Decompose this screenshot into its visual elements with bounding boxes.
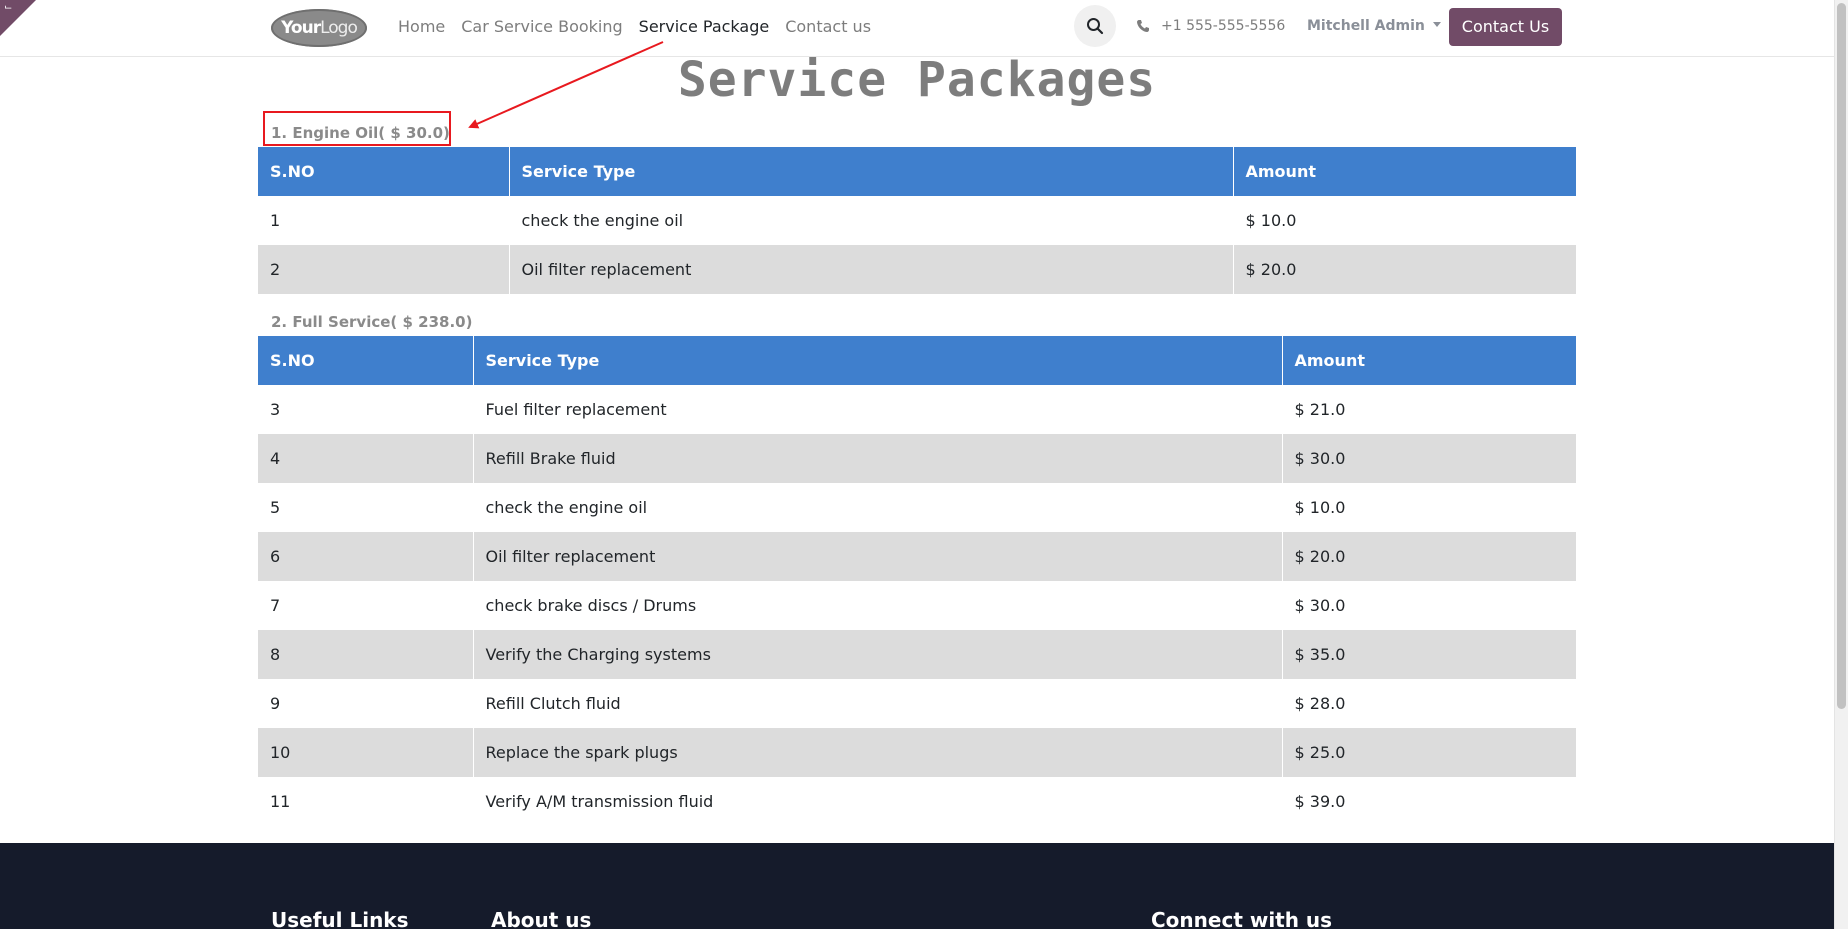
table-row: 3 Fuel filter replacement $ 21.0 [258,385,1576,434]
cell-service: Replace the spark plugs [473,728,1283,777]
cell-amount: $ 10.0 [1233,196,1576,245]
cell-service: Oil filter replacement [473,532,1283,581]
nav-service-package[interactable]: Service Package [639,17,770,36]
table-row: 6 Oil filter replacement $ 20.0 [258,532,1576,581]
cell-amount: $ 20.0 [1282,532,1576,581]
corner-toggle-icon[interactable]: ⌙ [4,3,12,13]
cell-amount: $ 30.0 [1282,434,1576,483]
cell-service: Verify the Charging systems [473,630,1283,679]
cell-amount: $ 35.0 [1282,630,1576,679]
phone-number[interactable]: +1 555-555-5556 [1161,18,1285,34]
footer-heading-about-us: About us [491,908,592,929]
nav-contact-us[interactable]: Contact us [785,17,871,36]
cell-sno: 3 [258,385,474,434]
annotation-highlight-box [263,111,451,146]
cell-sno: 9 [258,679,474,728]
cell-amount: $ 30.0 [1282,581,1576,630]
site-logo[interactable]: YourLogo [271,9,367,47]
table-row: 5 check the engine oil $ 10.0 [258,483,1576,532]
cell-service: check brake discs / Drums [473,581,1283,630]
table-row: 7 check brake discs / Drums $ 30.0 [258,581,1576,630]
cell-amount: $ 28.0 [1282,679,1576,728]
column-header-amount: Amount [1282,336,1576,385]
cell-service: check the engine oil [473,483,1283,532]
nav-car-service-booking[interactable]: Car Service Booking [461,17,622,36]
package-table-engine-oil: S.NO Service Type Amount 1 check the eng… [258,147,1576,294]
table-row: 1 check the engine oil $ 10.0 [258,196,1576,245]
footer-heading-connect: Connect with us [1151,908,1333,929]
user-menu[interactable]: Mitchell Admin [1307,18,1441,34]
site-header: YourLogo Home Car Service Booking Servic… [0,0,1834,57]
table-header-row: S.NO Service Type Amount [258,147,1576,196]
user-name: Mitchell Admin [1307,18,1425,34]
cell-amount: $ 39.0 [1282,777,1576,826]
package-title-full-service: 2. Full Service( $ 238.0) [271,313,473,331]
cell-service: Refill Brake fluid [473,434,1283,483]
logo-text: YourLogo [281,18,358,38]
cell-sno: 1 [258,196,510,245]
cell-sno: 7 [258,581,474,630]
cell-sno: 5 [258,483,474,532]
table-row: 4 Refill Brake fluid $ 30.0 [258,434,1576,483]
column-header-service-type: Service Type [473,336,1283,385]
cell-service: check the engine oil [509,196,1234,245]
table-header-row: S.NO Service Type Amount [258,336,1576,385]
cell-sno: 11 [258,777,474,826]
column-header-service-type: Service Type [509,147,1234,196]
search-button[interactable] [1074,5,1116,47]
site-footer: Useful Links About us Connect with us [0,843,1834,929]
table-row: 2 Oil filter replacement $ 20.0 [258,245,1576,294]
contact-us-button[interactable]: Contact Us [1449,8,1562,46]
scrollbar-thumb[interactable] [1837,3,1846,709]
cell-amount: $ 25.0 [1282,728,1576,777]
cell-service: Fuel filter replacement [473,385,1283,434]
cell-sno: 2 [258,245,510,294]
cell-service: Refill Clutch fluid [473,679,1283,728]
cell-amount: $ 10.0 [1282,483,1576,532]
table-row: 8 Verify the Charging systems $ 35.0 [258,630,1576,679]
search-icon [1087,18,1104,35]
table-row: 11 Verify A/M transmission fluid $ 39.0 [258,777,1576,826]
column-header-sno: S.NO [258,336,474,385]
page-title: Service Packages [677,52,1157,108]
cell-sno: 6 [258,532,474,581]
cell-sno: 8 [258,630,474,679]
table-row: 9 Refill Clutch fluid $ 28.0 [258,679,1576,728]
cell-amount: $ 20.0 [1233,245,1576,294]
page: ⌙ YourLogo Home Car Service Booking Serv… [0,0,1848,929]
caret-down-icon [1432,22,1441,27]
column-header-amount: Amount [1233,147,1576,196]
table-row: 10 Replace the spark plugs $ 25.0 [258,728,1576,777]
cell-service: Oil filter replacement [509,245,1234,294]
cell-amount: $ 21.0 [1282,385,1576,434]
column-header-sno: S.NO [258,147,510,196]
main-nav: Home Car Service Booking Service Package… [398,17,887,36]
cell-sno: 10 [258,728,474,777]
nav-home[interactable]: Home [398,17,445,36]
cell-service: Verify A/M transmission fluid [473,777,1283,826]
phone-icon [1137,20,1149,32]
package-table-full-service: S.NO Service Type Amount 3 Fuel filter r… [258,336,1576,826]
cell-sno: 4 [258,434,474,483]
footer-heading-useful-links: Useful Links [271,908,409,929]
